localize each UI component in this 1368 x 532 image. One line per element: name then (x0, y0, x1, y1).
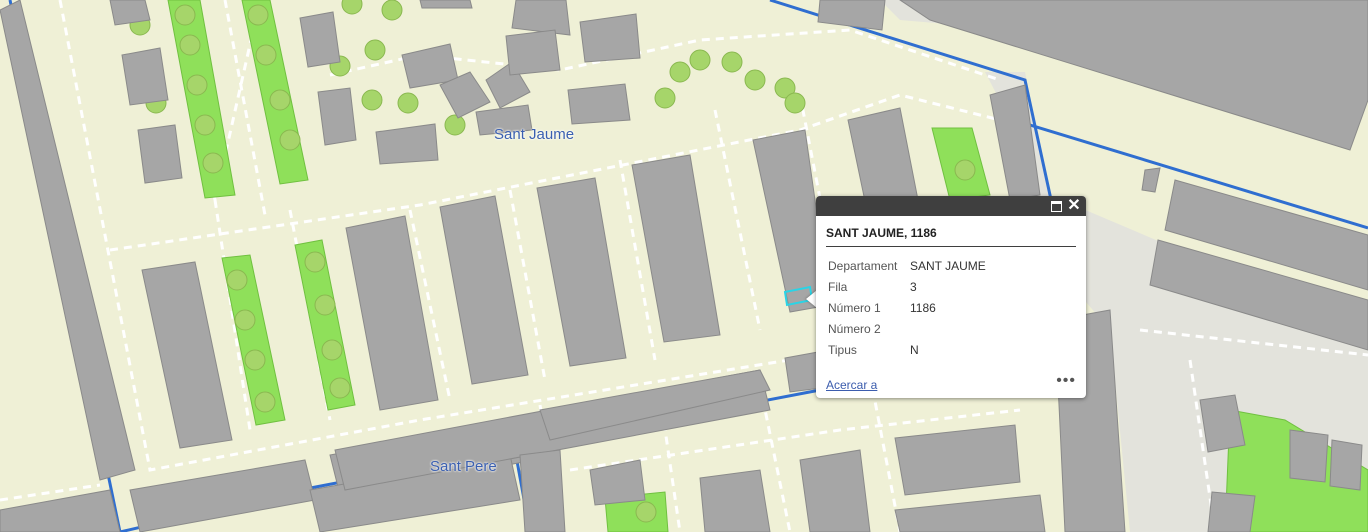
table-row: Número 2 (826, 318, 988, 339)
field-label: Departament (828, 258, 898, 273)
close-icon: ✕ (1067, 197, 1081, 214)
popup-footer: Acercar a ••• (826, 372, 1076, 392)
table-row: Número 1 1186 (826, 297, 988, 318)
attribute-table: Departament SANT JAUME Fila 3 Número 1 1186… (826, 255, 988, 360)
table-row: Tipus N (826, 339, 988, 360)
close-button[interactable]: ✕ (1066, 198, 1082, 214)
maximize-button[interactable] (1048, 198, 1064, 214)
table-row: Fila 3 (826, 276, 988, 297)
map-canvas[interactable] (0, 0, 1368, 532)
maximize-icon (1050, 201, 1062, 212)
popup-title: SANT JAUME, 1186 (826, 226, 1076, 247)
field-label: Número 2 (828, 321, 881, 336)
popup-header: ✕ (816, 196, 1086, 216)
field-value: SANT JAUME (910, 258, 986, 273)
street-label-sant-pere: Sant Pere (430, 458, 497, 475)
field-value (908, 318, 988, 339)
field-label: Fila (828, 279, 848, 294)
feature-popup: ✕ SANT JAUME, 1186 Departament SANT JAUME… (816, 196, 1086, 398)
street-label-sant-jaume: Sant Jaume (494, 126, 575, 143)
more-options-button[interactable]: ••• (1056, 372, 1076, 390)
zoom-to-link[interactable]: Acercar a (826, 378, 877, 392)
field-value: N (910, 342, 919, 357)
field-value: 1186 (910, 300, 936, 315)
table-row: Departament SANT JAUME (826, 255, 988, 276)
field-value: 3 (910, 279, 917, 294)
field-label: Tipus (828, 342, 857, 357)
field-label: Número 1 (828, 300, 881, 315)
